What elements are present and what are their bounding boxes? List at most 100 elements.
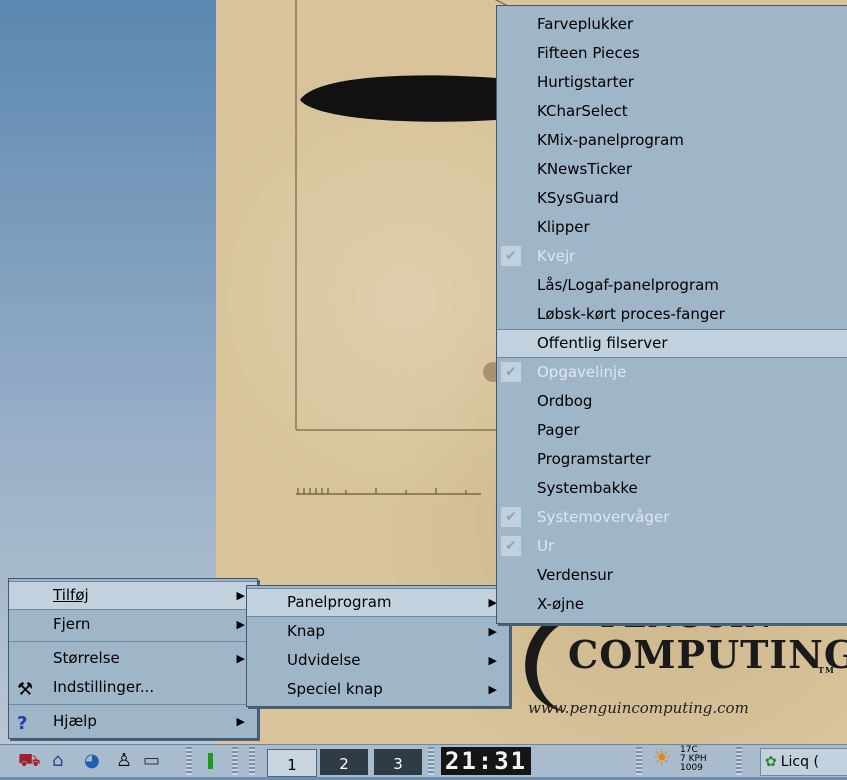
menu-separator [9,641,257,642]
menu-item-indstillinger[interactable]: ⚒ Indstillinger... [9,673,257,702]
menu-item-label: Lås/Logaf-panelprogram [537,276,719,294]
kde-menu-icon[interactable]: ⛟ [18,750,41,772]
help-icon: ? [17,713,28,734]
pager-desktop-2[interactable]: 2 [320,749,368,775]
menu-item-label: Offentlig filserver [537,334,668,352]
menu-item-klipper[interactable]: Klipper [497,213,847,242]
menu-item-label: Tilføj [53,586,89,604]
menu-item-opgavelinje: ✔ Opgavelinje [497,358,847,387]
menu-item-label: Fifteen Pieces [537,44,640,62]
menu-item-knewsticker[interactable]: KNewsTicker [497,155,847,184]
menu-item-label: Fjern [53,615,91,633]
menu-item-kcharselect[interactable]: KCharSelect [497,97,847,126]
menu-item-knap[interactable]: Knap ▶ [247,617,509,646]
taskbar-button-licq[interactable]: ✿ Licq ( [760,748,847,776]
terminal-icon[interactable]: ▭ [143,750,160,772]
panel-handle[interactable] [428,747,434,775]
triangle-right-icon: ▶ [488,654,497,667]
menu-item-label: Indstillinger... [53,678,155,696]
menu-item-kmix-panelprogram[interactable]: KMix-panelprogram [497,126,847,155]
kde-panel: ⛟ ⌂ ◕ ♙ ▭ 1 2 3 21:31 ☀ 17C 7 KPH 1009 ✿… [0,744,847,777]
tools-icon: ⚒ [17,679,34,700]
menu-item-panelprogram[interactable]: Panelprogram ▶ [247,588,509,617]
licq-flower-icon: ✿ [765,754,777,770]
taskbar-button-label: Licq ( [780,754,819,770]
menu-item-lobsk-kort[interactable]: Løbsk-kørt proces-fanger [497,300,847,329]
home-icon[interactable]: ⌂ [52,750,63,772]
menu-item-fifteen-pieces[interactable]: Fifteen Pieces [497,39,847,68]
menu-item-label: Kvejr [537,247,576,265]
menu-item-label: Ordbog [537,392,593,410]
triangle-right-icon: ▶ [488,683,497,696]
panel-handle[interactable] [736,747,742,775]
menu-item-label: Panelprogram [287,593,392,611]
cpu-meter-icon [208,753,213,769]
check-icon: ✔ [501,536,521,556]
menu-item-label: Systembakke [537,479,638,497]
clock[interactable]: 21:31 [441,747,531,775]
menu-item-programstarter[interactable]: Programstarter [497,445,847,474]
triangle-right-icon: ▶ [236,715,245,728]
menu-item-label: Hjælp [53,712,97,730]
logo-trademark: TM [818,665,835,675]
menu-item-verdensur[interactable]: Verdensur [497,561,847,590]
menu-item-udvidelse[interactable]: Udvidelse ▶ [247,646,509,675]
menu-item-label: Pager [537,421,580,439]
logo-url: www.penguincomputing.com [528,699,749,717]
penguin-icon[interactable]: ♙ [116,750,132,772]
menu-item-hjaelp[interactable]: ? Hjælp ▶ [9,707,257,736]
check-icon: ✔ [501,507,521,527]
browser-globe-icon[interactable]: ◕ [84,750,100,772]
menu-item-label: Størrelse [53,649,120,667]
menu-item-speciel-knap[interactable]: Speciel knap ▶ [247,675,509,704]
panel-context-menu: Tilføj ▶ Fjern ▶ Størrelse ▶ ⚒ Indstilli… [8,578,258,739]
logo-text-computing: COMPUTING [568,632,847,677]
menu-item-hurtigstarter[interactable]: Hurtigstarter [497,68,847,97]
add-submenu: Panelprogram ▶ Knap ▶ Udvidelse ▶ Specie… [246,585,510,707]
menu-item-label: Løbsk-kørt proces-fanger [537,305,725,323]
triangle-right-icon: ▶ [236,589,245,602]
check-icon: ✔ [501,362,521,382]
menu-item-ordbog[interactable]: Ordbog [497,387,847,416]
weather-readout[interactable]: 17C 7 KPH 1009 [680,746,730,776]
pager-desktop-1[interactable]: 1 [267,749,317,777]
menu-item-farveplukker[interactable]: Farveplukker [497,10,847,39]
weather-pressure: 1009 [680,763,703,773]
menu-separator [9,704,257,705]
menu-item-ur: ✔ Ur [497,532,847,561]
menu-item-ksysguard[interactable]: KSysGuard [497,184,847,213]
menu-item-label: Knap [287,622,326,640]
menu-item-x-ojne[interactable]: X-øjne [497,590,847,619]
menu-item-las-logaf[interactable]: Lås/Logaf-panelprogram [497,271,847,300]
menu-item-label: Programstarter [537,450,651,468]
menu-item-label: Klipper [537,218,590,236]
menu-item-label: Opgavelinje [537,363,627,381]
panel-handle[interactable] [232,747,238,775]
menu-item-fjern[interactable]: Fjern ▶ [9,610,257,639]
menu-item-label: Ur [537,537,555,555]
menu-item-offentlig-filserver[interactable]: Offentlig filserver [497,329,847,358]
panel-handle[interactable] [636,747,642,775]
menu-item-label: Systemovervåger [537,508,670,526]
menu-item-label: KSysGuard [537,189,619,207]
menu-item-label: X-øjne [537,595,585,613]
menu-item-systembakke[interactable]: Systembakke [497,474,847,503]
menu-item-kvejr: ✔ Kvejr [497,242,847,271]
menu-item-storrelse[interactable]: Størrelse ▶ [9,644,257,673]
menu-item-label: Verdensur [537,566,613,584]
menu-item-label: Speciel knap [287,680,383,698]
check-icon: ✔ [501,246,521,266]
menu-item-label: KMix-panelprogram [537,131,684,149]
panel-handle[interactable] [249,747,255,775]
applets-submenu: Farveplukker Fifteen Pieces Hurtigstarte… [496,5,847,624]
triangle-right-icon: ▶ [236,652,245,665]
menu-item-systemovervager: ✔ Systemovervåger [497,503,847,532]
triangle-right-icon: ▶ [236,618,245,631]
menu-item-label: Farveplukker [537,15,634,33]
panel-handle[interactable] [186,747,192,775]
menu-item-tilfoj[interactable]: Tilføj ▶ [9,581,257,610]
menu-item-label: Hurtigstarter [537,73,634,91]
pager-desktop-3[interactable]: 3 [374,749,422,775]
weather-sun-icon[interactable]: ☀ [652,748,672,770]
menu-item-pager[interactable]: Pager [497,416,847,445]
